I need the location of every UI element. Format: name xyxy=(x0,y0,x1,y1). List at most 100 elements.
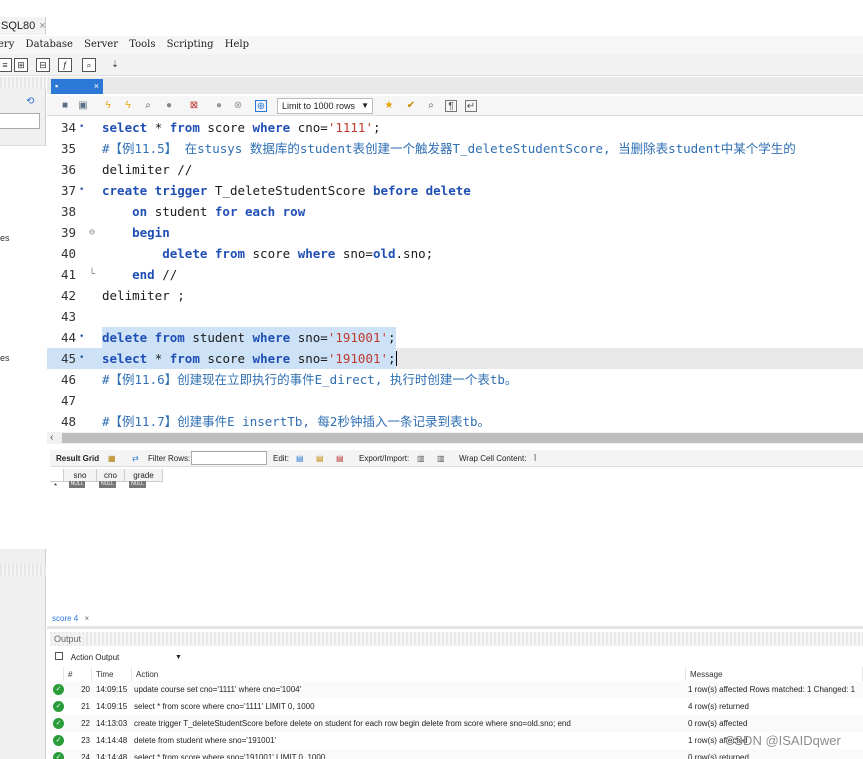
scrollbar-thumb[interactable] xyxy=(62,433,863,443)
close-icon[interactable]: × xyxy=(94,79,99,94)
panel-divider[interactable] xyxy=(47,626,863,629)
code-line[interactable]: 34 • select * from score where cno='1111'; xyxy=(47,117,863,138)
code-line[interactable]: 40 delete from score where sno=old.sno; xyxy=(47,243,863,264)
success-icon: ✓ xyxy=(53,752,64,759)
null-cell-grade[interactable]: NULL xyxy=(129,481,146,488)
line-number: 38 xyxy=(60,204,76,219)
execute-current-icon[interactable]: ϟ xyxy=(122,100,134,112)
output-row[interactable]: ✓ 24 14:14:48 select * from score where sno… xyxy=(50,749,863,759)
tree-label-tables[interactable]: es xyxy=(0,233,10,243)
schema-filter-input[interactable] xyxy=(0,113,40,129)
limit-rows-select[interactable]: Limit to 1000 rows ▼ xyxy=(277,98,373,114)
line-number: 35 xyxy=(60,141,76,156)
output-col-action[interactable]: Action xyxy=(132,667,686,682)
reconnect-icon[interactable]: ⇣ xyxy=(108,58,122,72)
null-cell-cno[interactable]: NULL xyxy=(99,481,116,488)
menu-query[interactable]: ery xyxy=(0,39,14,50)
code-line[interactable]: 36 delimiter // xyxy=(47,159,863,180)
filter-rows-input[interactable] xyxy=(191,451,267,465)
table-icon[interactable]: ⊞ xyxy=(14,58,28,72)
menu-help[interactable]: Help xyxy=(225,39,249,50)
code-text: end // xyxy=(102,264,177,285)
find-icon[interactable]: ⌕ xyxy=(425,100,437,112)
output-cell-time: 14:13:03 xyxy=(96,719,128,728)
commit-icon[interactable]: ● xyxy=(213,100,225,112)
output-row[interactable]: ✓ 22 14:13:03 create trigger T_deleteStuden… xyxy=(50,715,863,732)
code-line[interactable]: 47 xyxy=(47,390,863,411)
code-token: ; xyxy=(372,120,381,135)
save-icon[interactable]: ▣ xyxy=(77,100,89,112)
search-table-icon[interactable]: ⌕ xyxy=(82,58,96,72)
code-line[interactable]: 35 #【例11.5】 在stusys 数据库的student表创建一个触发器T_… xyxy=(47,138,863,159)
stop-on-error-icon[interactable]: ⊠ xyxy=(188,100,200,112)
menu-tools[interactable]: Tools xyxy=(129,39,155,50)
schema-tree[interactable]: es es xyxy=(0,145,46,549)
output-col-message[interactable]: Message xyxy=(686,667,863,682)
explain-icon[interactable]: ⌕ xyxy=(142,100,154,112)
procedure-icon[interactable]: ƒ xyxy=(58,58,72,72)
code-line[interactable]: 45 • select * from score where sno='191001… xyxy=(47,348,863,369)
wrap-lines-icon[interactable]: ↵ xyxy=(465,100,477,112)
output-col-num[interactable]: # xyxy=(64,667,92,682)
code-line[interactable]: 39 ⊖ begin xyxy=(47,222,863,243)
menu-scripting[interactable]: Scripting xyxy=(167,39,214,50)
code-line[interactable]: 42 delimiter ; xyxy=(47,285,863,306)
wrap-cell-label: Wrap Cell Content: xyxy=(459,454,527,463)
success-icon: ✓ xyxy=(53,701,64,712)
output-row[interactable]: ✓ 20 14:09:15 update course set cno='1111' … xyxy=(50,681,863,698)
code-line[interactable]: 43 xyxy=(47,306,863,327)
output-title: Output xyxy=(50,634,86,644)
code-line[interactable]: 37 • create trigger T_deleteStudentScore b… xyxy=(47,180,863,201)
output-cell-num: 23 xyxy=(81,736,90,745)
rollback-icon[interactable]: ⊗ xyxy=(232,100,244,112)
stop-icon[interactable]: ● xyxy=(163,100,175,112)
view-icon[interactable]: ⊟ xyxy=(36,58,50,72)
code-line[interactable]: 38 on student for each row xyxy=(47,201,863,222)
code-token: T_deleteStudentScore xyxy=(214,183,373,198)
delete-row-icon[interactable]: ▤ xyxy=(336,450,344,467)
autocommit-icon[interactable]: ⊕ xyxy=(255,100,267,112)
grid-view-icon[interactable]: ▦ xyxy=(108,450,116,467)
menu-database[interactable]: Database xyxy=(26,39,73,50)
code-line[interactable]: 41 └ end // xyxy=(47,264,863,285)
fold-toggle-icon[interactable]: ⊖ xyxy=(89,222,95,243)
schema-icon[interactable]: ≡ xyxy=(0,58,12,72)
output-cell-time: 14:09:15 xyxy=(96,702,128,711)
import-icon[interactable]: ▥ xyxy=(437,450,445,467)
result-grid[interactable]: sno cno grade * NULL NULL NULL xyxy=(50,467,863,612)
output-row[interactable]: ✓ 21 14:09:15 select * from score where cno… xyxy=(50,698,863,715)
code-line[interactable]: 48 #【例11.7】创建事件E insertTb, 每2秒钟插入一条记录到表tb… xyxy=(47,411,863,432)
tree-label-views[interactable]: es xyxy=(0,353,10,363)
invisible-chars-icon[interactable]: ¶ xyxy=(445,100,457,112)
fold-toggle-icon[interactable]: └ xyxy=(89,264,95,285)
copy-icon[interactable] xyxy=(55,652,63,660)
beautify-icon[interactable]: ★ xyxy=(383,100,395,112)
close-icon[interactable]: × xyxy=(84,614,89,623)
code-line[interactable]: 44 • delete from student where sno='191001… xyxy=(47,327,863,348)
result-tab-score[interactable]: score 4 × xyxy=(52,612,102,626)
sql-editor[interactable]: 34 • select * from score where cno='1111';… xyxy=(47,116,863,432)
connection-tab[interactable]: SQL80 × xyxy=(0,17,46,35)
code-token: score xyxy=(207,351,253,366)
filter-rows-label: Filter Rows: xyxy=(148,454,191,463)
refresh-icon[interactable]: ⟲ xyxy=(26,97,36,107)
edit-row-icon[interactable]: ▤ xyxy=(296,450,304,467)
output-col-time[interactable]: Time xyxy=(92,667,132,682)
export-icon[interactable]: ▥ xyxy=(417,450,425,467)
add-row-icon[interactable]: ▤ xyxy=(316,450,324,467)
code-token: where xyxy=(252,351,298,366)
format-icon[interactable]: ✔ xyxy=(405,100,417,112)
wrap-cell-icon[interactable]: Ī xyxy=(534,450,536,467)
code-token: select xyxy=(102,351,155,366)
output-type-select[interactable]: Action Output ▼ xyxy=(55,651,185,665)
code-token: student xyxy=(192,330,253,345)
open-file-icon[interactable]: ■ xyxy=(59,100,71,112)
code-line[interactable]: 46 #【例11.6】创建现在立即执行的事件E_direct, 执行时创建一个表t… xyxy=(47,369,863,390)
null-cell-sno[interactable]: NULL xyxy=(69,481,85,488)
tab-query[interactable]: ▪ × xyxy=(51,79,103,94)
scroll-left-icon[interactable]: ‹ xyxy=(50,432,53,443)
close-icon[interactable]: × xyxy=(39,20,45,32)
execute-icon[interactable]: ϟ xyxy=(102,100,114,112)
menu-server[interactable]: Server xyxy=(84,39,118,50)
